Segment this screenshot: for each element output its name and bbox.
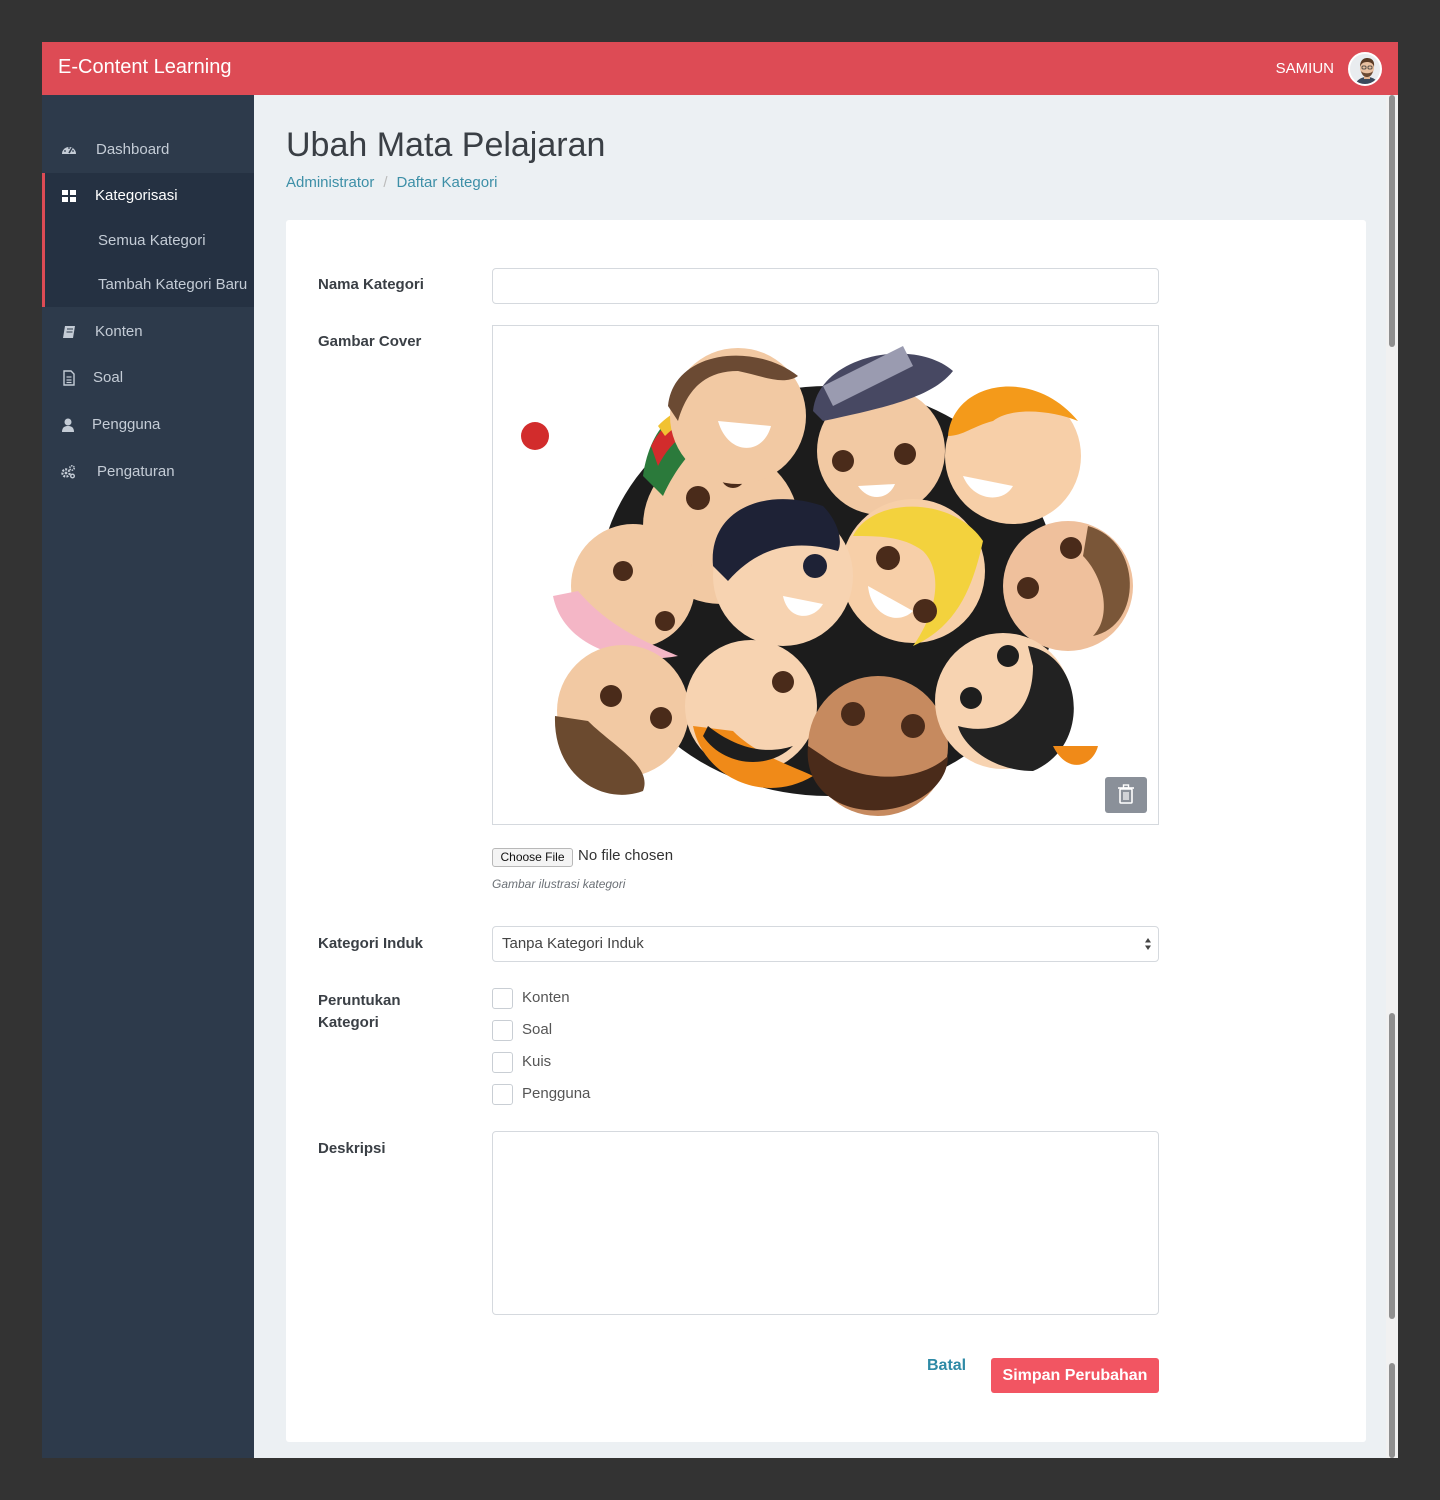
delete-cover-button[interactable] bbox=[1105, 777, 1147, 813]
sidebar-item-label: Konten bbox=[95, 323, 143, 340]
sidebar-item-label: Pengaturan bbox=[97, 463, 175, 480]
checkbox-konten[interactable] bbox=[492, 988, 513, 1009]
app-window: E-Content Learning SAMIUN Dashboard Kate… bbox=[42, 42, 1398, 1458]
deskripsi-textarea[interactable] bbox=[492, 1131, 1159, 1315]
peruntukan-label-line2: Kategori bbox=[318, 1014, 379, 1031]
cover-help-text: Gambar ilustrasi kategori bbox=[492, 877, 626, 891]
sidebar-item-kategorisasi[interactable]: Kategorisasi bbox=[42, 173, 254, 219]
save-button[interactable]: Simpan Perubahan bbox=[991, 1358, 1159, 1393]
kategori-induk-label: Kategori Induk bbox=[318, 935, 424, 952]
option-label: Kuis bbox=[522, 1053, 552, 1070]
scrollbar[interactable] bbox=[1386, 95, 1398, 1458]
grid-icon bbox=[62, 190, 76, 202]
checkbox-soal[interactable] bbox=[492, 1020, 513, 1041]
document-icon bbox=[63, 370, 75, 386]
sidebar-item-label: Dashboard bbox=[96, 141, 170, 158]
username[interactable]: SAMIUN bbox=[1276, 60, 1334, 77]
cover-illustration bbox=[521, 346, 1133, 816]
choose-file-button[interactable]: Choose File bbox=[492, 848, 573, 867]
sidebar-subitem-semua-kategori[interactable]: Semua Kategori bbox=[42, 219, 254, 263]
kategori-induk-value: Tanpa Kategori Induk bbox=[502, 935, 644, 952]
file-status: No file chosen bbox=[578, 847, 674, 864]
top-navbar: E-Content Learning SAMIUN bbox=[42, 42, 1398, 95]
sidebar-item-dashboard[interactable]: Dashboard bbox=[42, 127, 254, 173]
sidebar: Dashboard Kategorisasi Semua Kategori Ta… bbox=[42, 95, 254, 1458]
cancel-button[interactable]: Batal bbox=[927, 1357, 966, 1375]
breadcrumb-daftar-kategori[interactable]: Daftar Kategori bbox=[397, 174, 498, 191]
sidebar-item-soal[interactable]: Soal bbox=[42, 355, 254, 401]
sidebar-item-pengguna[interactable]: Pengguna bbox=[42, 402, 254, 448]
peruntukan-kategori-label: Peruntukan Kategori bbox=[318, 990, 401, 1034]
nama-kategori-input[interactable] bbox=[492, 268, 1159, 304]
user-icon bbox=[62, 418, 74, 432]
gambar-cover-label: Gambar Cover bbox=[318, 333, 422, 350]
breadcrumb: Administrator / Daftar Kategori bbox=[286, 174, 497, 191]
scrollbar-thumb-top[interactable] bbox=[1389, 95, 1395, 347]
option-label: Konten bbox=[522, 989, 570, 1006]
brand-title[interactable]: E-Content Learning bbox=[58, 56, 231, 79]
deskripsi-label: Deskripsi bbox=[318, 1140, 386, 1157]
sidebar-item-pengaturan[interactable]: Pengaturan bbox=[42, 449, 254, 495]
checkbox-pengguna[interactable] bbox=[492, 1084, 513, 1105]
sidebar-subitem-label: Tambah Kategori Baru bbox=[98, 276, 248, 293]
option-label: Pengguna bbox=[522, 1085, 591, 1102]
kategori-induk-select[interactable]: Tanpa Kategori Induk bbox=[492, 926, 1159, 962]
scrollbar-thumb-middle[interactable] bbox=[1389, 1013, 1395, 1319]
avatar[interactable] bbox=[1348, 52, 1382, 86]
sidebar-item-label: Pengguna bbox=[92, 416, 161, 433]
sidebar-item-konten[interactable]: Konten bbox=[42, 309, 254, 355]
breadcrumb-administrator[interactable]: Administrator bbox=[286, 174, 374, 191]
select-arrows-icon bbox=[1145, 938, 1151, 950]
page-title: Ubah Mata Pelajaran bbox=[286, 126, 606, 164]
option-label: Soal bbox=[522, 1021, 553, 1038]
breadcrumb-separator: / bbox=[383, 174, 388, 191]
sidebar-item-label: Soal bbox=[93, 369, 124, 386]
peruntukan-label-line1: Peruntukan bbox=[318, 992, 401, 1009]
trash-icon bbox=[1118, 784, 1134, 804]
user-avatar-icon bbox=[1350, 54, 1380, 84]
sidebar-item-label: Kategorisasi bbox=[95, 187, 178, 204]
dashboard-icon bbox=[62, 147, 76, 154]
edit-category-form: Nama Kategori Gambar Cover Choose File N… bbox=[286, 220, 1366, 1442]
checkbox-kuis[interactable] bbox=[492, 1052, 513, 1073]
scrollbar-thumb-bottom[interactable] bbox=[1389, 1363, 1395, 1458]
sidebar-subitem-tambah-kategori[interactable]: Tambah Kategori Baru bbox=[42, 263, 254, 307]
sidebar-subitem-label: Semua Kategori bbox=[98, 232, 206, 249]
book-icon bbox=[63, 326, 75, 338]
nama-kategori-label: Nama Kategori bbox=[318, 276, 424, 293]
gears-icon bbox=[61, 464, 76, 479]
cover-image-preview bbox=[492, 325, 1159, 825]
